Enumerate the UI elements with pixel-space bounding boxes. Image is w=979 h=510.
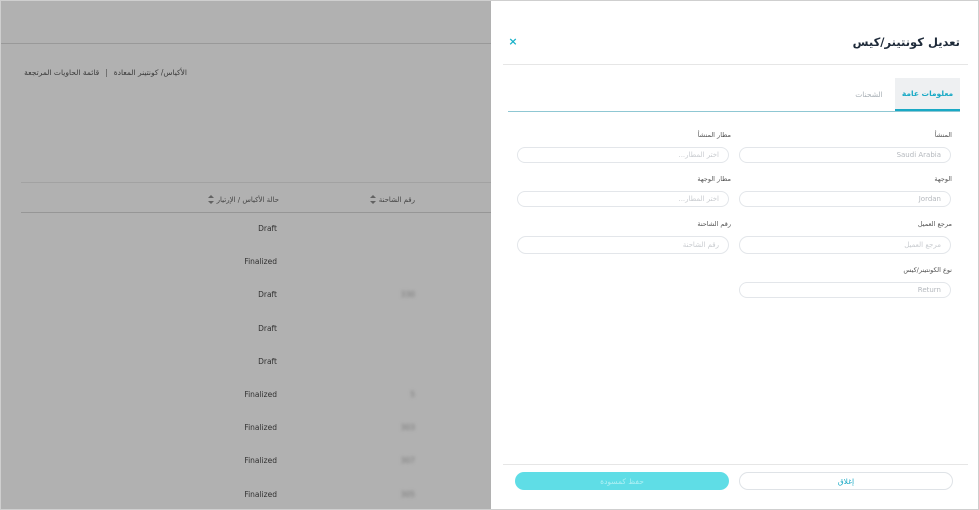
drawer-tabs: معلومات عامة الشحنات — [508, 78, 960, 112]
origin-label: المنشأ — [934, 131, 952, 139]
close-icon[interactable]: × — [507, 36, 519, 48]
app-window: الأكياس/ كونتينر المعادة | قائمة الحاويا… — [0, 0, 979, 510]
origin-airport-label: مطار المنشأ — [697, 131, 731, 139]
destination-airport-label: مطار الوجهة — [697, 175, 731, 183]
container-type-field[interactable] — [739, 282, 951, 298]
truck-number-label: رقم الشاحنة — [697, 220, 731, 228]
truck-number-field[interactable] — [517, 236, 729, 254]
container-type-label: نوع الكونتينر/كيس — [903, 266, 952, 274]
tab-general-info[interactable]: معلومات عامة — [895, 78, 960, 111]
origin-airport-select[interactable] — [517, 147, 729, 163]
save-draft-button[interactable]: حفظ كمسودة — [515, 472, 729, 490]
destination-field[interactable] — [739, 191, 951, 207]
edit-container-drawer: تعديل كونتينر/كيس × معلومات عامة الشحنات… — [491, 1, 978, 509]
customer-reference-field[interactable] — [739, 236, 951, 254]
tab-shipments[interactable]: الشحنات — [843, 78, 895, 111]
header-divider — [503, 64, 968, 65]
drawer-title: تعديل كونتينر/كيس — [852, 35, 960, 49]
footer-divider — [503, 464, 968, 465]
destination-label: الوجهة — [934, 175, 952, 183]
destination-airport-select[interactable] — [517, 191, 729, 207]
close-button[interactable]: إغلاق — [739, 472, 953, 490]
customer-reference-label: مرجع العميل — [917, 220, 952, 228]
modal-backdrop[interactable] — [1, 1, 491, 509]
origin-field[interactable] — [739, 147, 951, 163]
